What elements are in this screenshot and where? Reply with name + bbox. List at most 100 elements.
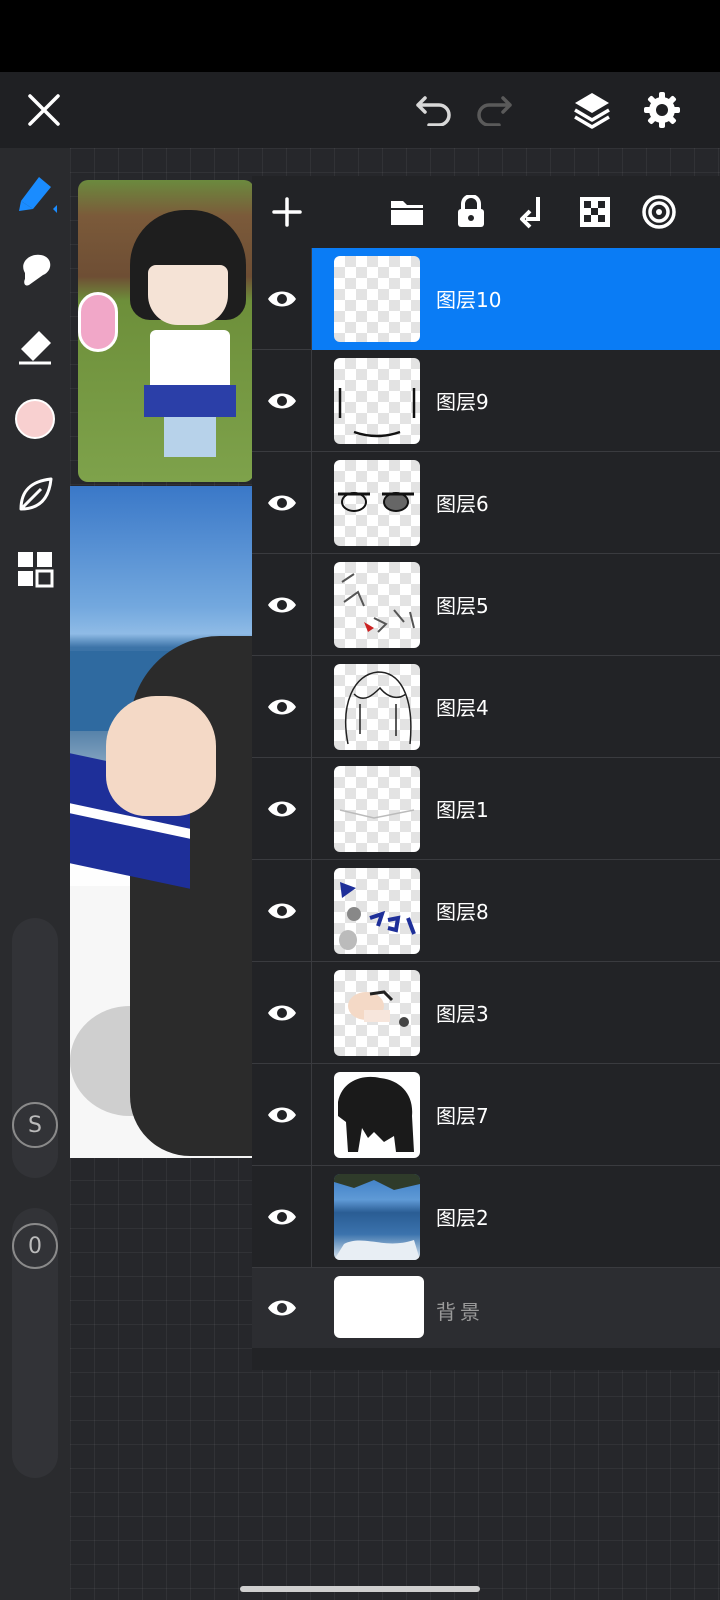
background-layer-row[interactable]: 背景 — [252, 1268, 720, 1348]
layer-thumbnail — [334, 358, 420, 444]
blend-mode-button[interactable] — [634, 186, 684, 238]
layer-thumbnail — [334, 766, 420, 852]
left-toolbar: S 0 — [0, 148, 70, 1600]
visibility-toggle[interactable] — [252, 452, 312, 554]
visibility-toggle[interactable] — [252, 554, 312, 656]
settings-icon — [644, 92, 680, 128]
size-label: S — [28, 1112, 42, 1138]
layer-row[interactable]: 图层7 — [252, 1064, 720, 1166]
ref-face — [148, 265, 228, 325]
leaf-icon — [19, 477, 53, 511]
layer-row[interactable]: 图层1 — [252, 758, 720, 860]
leaf-tool-button[interactable] — [10, 470, 60, 520]
layer-name: 图层8 — [436, 900, 489, 924]
layer-thumbnail — [334, 868, 420, 954]
alpha-lock-button[interactable] — [570, 186, 620, 238]
layer-name: 图层1 — [436, 798, 489, 822]
eye-icon — [267, 801, 296, 817]
visibility-toggle[interactable] — [252, 1166, 312, 1268]
layer-thumbnail — [334, 562, 420, 648]
home-indicator[interactable] — [240, 1586, 480, 1592]
layer-thumbnail — [334, 970, 420, 1056]
settings-button[interactable] — [636, 84, 688, 136]
artwork-canvas[interactable] — [70, 486, 252, 1158]
brush-icon — [19, 177, 57, 213]
undo-button[interactable] — [410, 86, 458, 134]
layer-row[interactable]: 图层9 — [252, 350, 720, 452]
eraser-tool-button[interactable] — [10, 322, 60, 372]
layer-main[interactable]: 图层10 — [312, 248, 720, 350]
layer-main[interactable]: 图层4 — [312, 656, 720, 758]
redo-button[interactable] — [470, 86, 518, 134]
brush-tool-button[interactable] — [10, 168, 60, 218]
merge-down-button[interactable] — [508, 186, 558, 238]
art-hand — [106, 696, 216, 816]
layer-name: 图层4 — [436, 696, 489, 720]
layer-row[interactable]: 图层4 — [252, 656, 720, 758]
eye-icon — [268, 1300, 296, 1316]
layer-name: 图层3 — [436, 1002, 489, 1026]
layer-main[interactable]: 图层5 — [312, 554, 720, 656]
reference-image[interactable] — [78, 180, 254, 482]
layer-thumbnail — [334, 460, 420, 546]
layer-main[interactable]: 图层6 — [312, 452, 720, 554]
eye-icon — [267, 291, 296, 307]
visibility-toggle[interactable] — [252, 1064, 312, 1166]
layer-row[interactable]: 图层3 — [252, 962, 720, 1064]
layer-main[interactable]: 图层8 — [312, 860, 720, 962]
layer-row[interactable]: 图层10 — [252, 248, 720, 350]
eye-icon — [267, 495, 296, 511]
color-button[interactable] — [10, 394, 60, 444]
layer-row[interactable]: 图层6 — [252, 452, 720, 554]
layer-row[interactable]: 图层2 — [252, 1166, 720, 1268]
visibility-toggle[interactable] — [252, 860, 312, 962]
blend-icon — [642, 195, 676, 229]
layer-thumbnail — [334, 1072, 420, 1158]
layer-main[interactable]: 图层2 — [312, 1166, 720, 1268]
visibility-toggle[interactable] — [252, 962, 312, 1064]
smudge-tool-button[interactable] — [10, 244, 60, 294]
layer-row[interactable]: 图层8 — [252, 860, 720, 962]
visibility-toggle[interactable] — [252, 248, 312, 350]
group-layers-button[interactable] — [382, 186, 432, 238]
add-layer-button[interactable] — [262, 186, 312, 238]
layer-name: 图层9 — [436, 390, 489, 414]
layer-main[interactable]: 图层3 — [312, 962, 720, 1064]
visibility-toggle[interactable] — [252, 656, 312, 758]
layer-thumbnail — [334, 664, 420, 750]
layer-row[interactable]: 图层5 — [252, 554, 720, 656]
visibility-toggle[interactable] — [252, 758, 312, 860]
layer-main[interactable]: 图层1 — [312, 758, 720, 860]
merge-down-icon — [520, 197, 540, 229]
layers-button[interactable] — [566, 84, 618, 136]
eye-icon — [267, 597, 296, 613]
layers-panel: 图层10 图层9 图层6 图层5 图层4 图层1 图层8 图层3 图层7 图层2… — [252, 176, 720, 1370]
ref-skirt — [144, 385, 236, 417]
close-button[interactable] — [20, 86, 68, 134]
layer-name: 图层5 — [436, 594, 489, 618]
opacity-button[interactable]: 0 — [12, 1223, 58, 1269]
lock-layer-button[interactable] — [446, 186, 496, 238]
eye-icon — [267, 1209, 296, 1225]
layer-thumbnail — [334, 256, 420, 342]
visibility-toggle[interactable] — [252, 350, 312, 452]
layer-name: 图层7 — [436, 1104, 489, 1128]
visibility-toggle[interactable] — [252, 1268, 312, 1348]
background-thumbnail — [334, 1276, 424, 1338]
layer-main[interactable]: 图层9 — [312, 350, 720, 452]
eraser-icon — [19, 331, 51, 365]
gallery-grid-button[interactable] — [10, 544, 60, 594]
ref-sign — [78, 292, 118, 352]
checkerboard-icon — [580, 197, 610, 227]
layer-thumbnail — [334, 1174, 420, 1260]
eye-icon — [267, 1107, 296, 1123]
size-button[interactable]: S — [12, 1102, 58, 1148]
opacity-label: 0 — [28, 1233, 42, 1259]
eye-icon — [267, 699, 296, 715]
layer-main[interactable]: 背景 — [312, 1268, 720, 1348]
eye-icon — [267, 903, 296, 919]
layers-icon — [574, 93, 610, 129]
grid-icon — [18, 552, 54, 588]
layer-main[interactable]: 图层7 — [312, 1064, 720, 1166]
color-swatch — [15, 399, 55, 439]
